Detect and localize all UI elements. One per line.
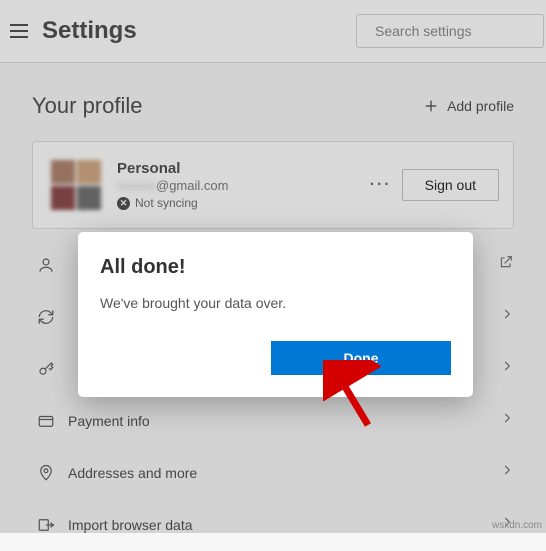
menu-label: Payment info [68,413,500,429]
pin-icon [32,464,60,482]
header-bar: Settings [0,0,546,63]
watermark: wsxdn.com [492,520,542,531]
user-icon [32,256,60,274]
avatar [51,160,101,210]
search-box[interactable] [356,14,544,48]
key-icon [32,360,60,378]
profile-email: xxxxxx@gmail.com [117,178,360,193]
profile-info: Personal xxxxxx@gmail.com ✕ Not syncing [117,160,360,210]
section-title: Your profile [32,93,423,119]
sync-status-label: Not syncing [135,196,198,210]
search-input[interactable] [375,23,546,39]
menu-item-import[interactable]: Import browser data [32,499,514,551]
menu-item-addresses[interactable]: Addresses and more [32,447,514,499]
plus-icon [423,98,439,114]
add-profile-label: Add profile [447,98,514,114]
menu-label: Import browser data [68,517,500,533]
sign-out-button[interactable]: Sign out [402,169,499,201]
add-profile-button[interactable]: Add profile [423,98,514,114]
more-options-button[interactable]: ··· [360,172,402,198]
profile-name: Personal [117,160,360,177]
section-header: Your profile Add profile [32,93,514,119]
sync-status: ✕ Not syncing [117,196,360,210]
external-icon [498,254,514,275]
profile-card: Personal xxxxxx@gmail.com ✕ Not syncing … [32,141,514,229]
completion-dialog: All done! We've brought your data over. … [78,232,473,397]
dialog-title: All done! [100,256,451,279]
done-button[interactable]: Done [271,341,451,375]
chevron-right-icon [500,411,514,430]
sync-icon [32,308,60,326]
chevron-right-icon [500,463,514,482]
chevron-right-icon [500,359,514,378]
page-title: Settings [42,17,356,45]
menu-toggle-icon[interactable] [10,24,28,38]
chevron-right-icon [500,307,514,326]
menu-item-payment[interactable]: Payment info [32,395,514,447]
import-icon [32,516,60,534]
card-icon [32,412,60,430]
dialog-body: We've brought your data over. [100,295,451,311]
sync-status-icon: ✕ [117,197,130,210]
menu-label: Addresses and more [68,465,500,481]
